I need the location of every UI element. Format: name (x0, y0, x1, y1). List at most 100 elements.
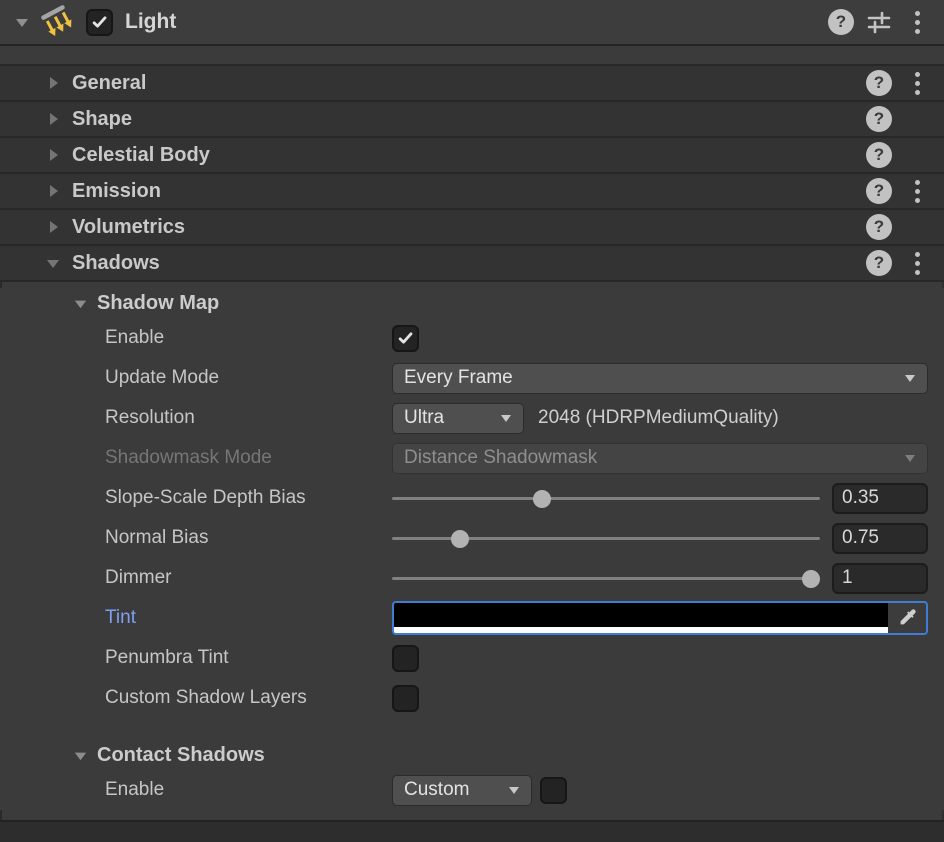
dropdown-value: Ultra (404, 407, 445, 428)
field-value: 0.75 (842, 527, 879, 548)
shadows-section-body: Shadow Map Enable Update Mode Every Fram… (0, 288, 944, 810)
kebab-menu-icon (914, 71, 920, 95)
light-inspector-panel: Light ? General ? Shape ? Celestial Body… (0, 0, 944, 842)
subsection-label: Shadow Map (97, 291, 220, 314)
help-icon: ? (866, 250, 892, 276)
penumbra-tint-row: Penumbra Tint (0, 638, 944, 678)
dimmer-label: Dimmer (105, 567, 172, 588)
tint-color-field[interactable] (392, 601, 928, 635)
custom-shadow-layers-checkbox[interactable] (392, 684, 419, 712)
normal-bias-slider[interactable] (392, 522, 820, 554)
section-volumetrics[interactable]: Volumetrics ? (0, 210, 944, 246)
contact-shadows-enable-label: Enable (105, 779, 165, 800)
section-shape[interactable]: Shape ? (0, 102, 944, 138)
slope-bias-value-field[interactable]: 0.35 (832, 482, 928, 514)
normal-bias-label: Normal Bias (105, 527, 209, 548)
presets-sliders-icon (867, 11, 891, 34)
help-icon: ? (866, 142, 892, 168)
subsection-label: Contact Shadows (97, 743, 265, 766)
slope-bias-slider[interactable] (392, 482, 820, 514)
normal-bias-row: Normal Bias 0.75 (0, 518, 944, 558)
resolution-label: Resolution (105, 407, 195, 428)
enable-row: Enable (0, 318, 944, 358)
directional-light-icon (40, 4, 76, 40)
help-button[interactable]: ? (860, 214, 898, 240)
component-enabled-checkbox[interactable] (86, 8, 113, 36)
slider-thumb[interactable] (532, 490, 551, 508)
help-icon: ? (866, 178, 892, 204)
dropdown-value: Every Frame (404, 367, 513, 388)
section-label: Shadows (72, 251, 160, 274)
collapsed-caret-icon (50, 149, 58, 161)
collapsed-caret-icon (50, 77, 58, 89)
update-mode-row: Update Mode Every Frame (0, 358, 944, 398)
update-mode-dropdown[interactable]: Every Frame (392, 362, 928, 394)
dimmer-slider[interactable] (392, 562, 821, 594)
section-menu-button[interactable] (898, 251, 936, 275)
chevron-down-icon (501, 415, 511, 422)
component-menu-button[interactable] (898, 10, 936, 34)
eyedropper-button[interactable] (888, 603, 926, 633)
collapsed-caret-icon (50, 113, 58, 125)
chevron-down-icon (905, 375, 915, 382)
kebab-menu-icon (914, 251, 920, 275)
resolution-row: Resolution Ultra 2048 (HDRPMediumQuality… (0, 398, 944, 438)
section-emission[interactable]: Emission ? (0, 174, 944, 210)
chevron-down-icon (905, 455, 915, 462)
resolution-dropdown[interactable]: Ultra (392, 402, 524, 434)
custom-shadow-layers-label: Custom Shadow Layers (105, 687, 307, 708)
slider-thumb[interactable] (451, 530, 470, 548)
checkmark-icon (398, 332, 412, 344)
dimmer-value-field[interactable]: 1 (832, 562, 928, 594)
penumbra-tint-checkbox[interactable] (392, 644, 419, 672)
section-celestial-body[interactable]: Celestial Body ? (0, 138, 944, 174)
slope-bias-row: Slope-Scale Depth Bias 0.35 (0, 478, 944, 518)
contact-shadows-enable-dropdown[interactable]: Custom (392, 774, 532, 806)
section-label: Celestial Body (72, 143, 210, 166)
kebab-menu-icon (914, 10, 920, 34)
component-end-strip (0, 820, 944, 842)
color-swatch[interactable] (394, 603, 888, 633)
section-shadows[interactable]: Shadows ? (0, 246, 944, 282)
help-button[interactable]: ? (860, 178, 898, 204)
help-icon: ? (866, 214, 892, 240)
slider-thumb[interactable] (802, 570, 821, 588)
field-value: 1 (842, 567, 853, 588)
update-mode-label: Update Mode (105, 367, 220, 388)
slider-track[interactable] (392, 497, 820, 500)
help-button[interactable]: ? (860, 106, 898, 132)
help-button[interactable]: ? (822, 9, 860, 35)
section-label: General (72, 71, 147, 94)
collapsed-caret-icon (50, 185, 58, 197)
component-header: Light ? (0, 0, 944, 46)
shadowmask-mode-label: Shadowmask Mode (105, 447, 272, 468)
color-swatch-alpha-bar (394, 627, 888, 633)
section-menu-button[interactable] (898, 71, 936, 95)
expanded-caret-icon (74, 300, 87, 308)
section-menu-button[interactable] (898, 179, 936, 203)
section-label: Emission (72, 179, 161, 202)
slider-track[interactable] (392, 577, 820, 580)
eyedropper-icon (900, 609, 916, 625)
help-icon: ? (866, 106, 892, 132)
section-label: Shape (72, 107, 133, 130)
expanded-caret-icon (47, 260, 59, 268)
dropdown-value: Distance Shadowmask (404, 447, 598, 468)
normal-bias-value-field[interactable]: 0.75 (832, 522, 928, 554)
help-icon: ? (866, 70, 892, 96)
chevron-down-icon (509, 787, 519, 794)
help-icon: ? (828, 9, 854, 35)
help-button[interactable]: ? (860, 250, 898, 276)
shadow-map-header[interactable]: Shadow Map (0, 288, 944, 318)
help-button[interactable]: ? (860, 142, 898, 168)
shadow-map-enable-checkbox[interactable] (392, 324, 419, 352)
dimmer-row: Dimmer 1 (0, 558, 944, 598)
help-button[interactable]: ? (860, 70, 898, 96)
contact-shadows-header[interactable]: Contact Shadows (0, 740, 944, 770)
kebab-menu-icon (914, 179, 920, 203)
contact-shadows-enable-checkbox[interactable] (540, 776, 567, 804)
section-general[interactable]: General ? (0, 66, 944, 102)
section-label: Volumetrics (72, 215, 185, 238)
presets-button[interactable] (860, 9, 898, 35)
component-foldout-caret[interactable] (12, 12, 32, 32)
